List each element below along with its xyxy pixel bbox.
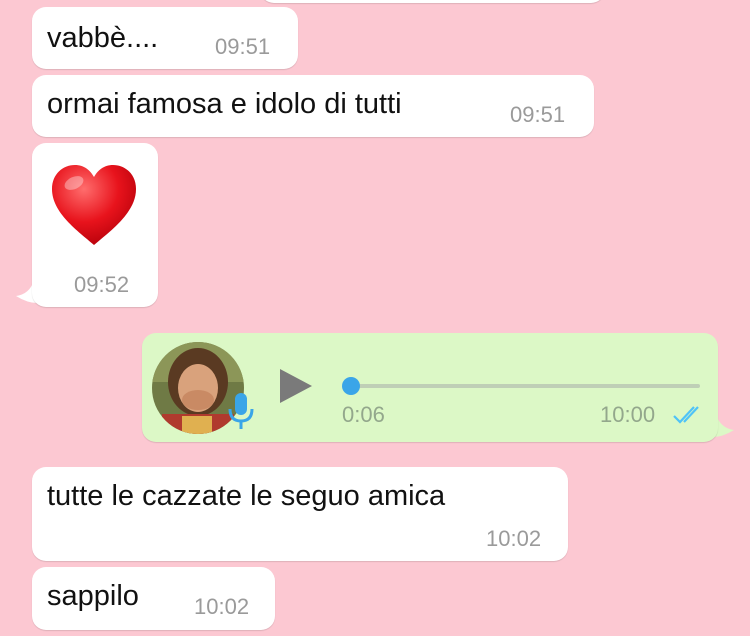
message-bubble[interactable]: sappilo 10:02	[32, 567, 275, 630]
message-time: 10:02	[194, 594, 250, 619]
message-text: ormai famosa e idolo di tutti	[47, 88, 402, 120]
message-bubble[interactable]: vabbè.... 09:51	[32, 7, 298, 69]
voice-duration: 0:06	[342, 402, 385, 427]
message-time: 09:51	[215, 34, 271, 59]
double-check-icon	[673, 406, 699, 424]
message-text: vabbè....	[47, 22, 159, 54]
message-bubble[interactable]: tutte le cazzate le seguo amica 10:02	[32, 467, 568, 561]
message-text: sappilo	[47, 580, 139, 612]
message-bubble[interactable]: ormai famosa e idolo di tutti 09:51	[32, 75, 594, 137]
message-time: 10:02	[486, 526, 542, 551]
heart-emoji	[52, 165, 136, 245]
audio-progress-dot[interactable]	[342, 377, 360, 395]
message-bubble-partial[interactable]	[260, 0, 605, 3]
message-time: 09:52	[74, 272, 130, 297]
message-bubble[interactable]: 09:52	[32, 143, 158, 307]
microphone-icon	[228, 393, 254, 429]
message-time: 09:51	[510, 102, 566, 127]
voice-message-bubble[interactable]: 0:06 10:00	[142, 333, 718, 442]
audio-progress-track[interactable]	[350, 384, 700, 388]
play-icon[interactable]	[278, 367, 314, 405]
message-text: tutte le cazzate le seguo amica	[47, 480, 446, 512]
message-time: 10:00	[600, 402, 656, 427]
